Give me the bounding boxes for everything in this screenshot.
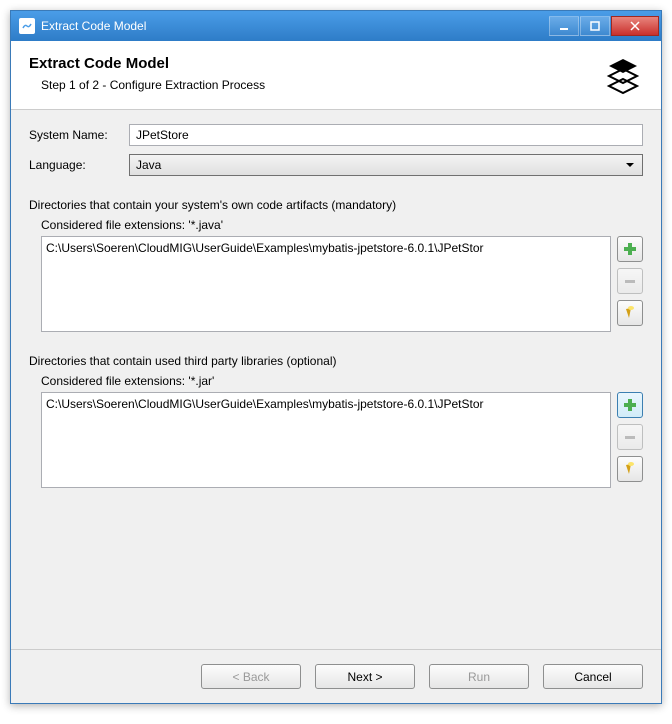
third-party-listbox[interactable]: C:\Users\Soeren\CloudMIG\UserGuide\Examp… (41, 392, 611, 488)
add-button[interactable] (617, 236, 643, 262)
close-button[interactable] (611, 16, 659, 36)
own-code-listbox[interactable]: C:\Users\Soeren\CloudMIG\UserGuide\Examp… (41, 236, 611, 332)
app-icon (19, 18, 35, 34)
system-name-label: System Name: (29, 128, 129, 142)
own-code-ext-label: Considered file extensions: '*.java' (41, 218, 643, 232)
browse-button[interactable] (617, 300, 643, 326)
remove-button (617, 268, 643, 294)
browse-button[interactable] (617, 456, 643, 482)
wizard-content: System Name: Language: Java Directories … (11, 110, 661, 649)
page-subtitle: Step 1 of 2 - Configure Extraction Proce… (29, 78, 265, 92)
third-party-desc: Directories that contain used third part… (29, 354, 643, 368)
dialog-window: Extract Code Model Extract Code Model St… (10, 10, 662, 704)
own-code-buttons (617, 236, 643, 332)
language-select[interactable]: Java (129, 154, 643, 176)
third-party-ext-label: Considered file extensions: '*.jar' (41, 374, 643, 388)
own-code-desc: Directories that contain your system's o… (29, 198, 643, 212)
list-item[interactable]: C:\Users\Soeren\CloudMIG\UserGuide\Examp… (46, 239, 606, 257)
third-party-section: Directories that contain used third part… (29, 354, 643, 488)
remove-button (617, 424, 643, 450)
list-item[interactable]: C:\Users\Soeren\CloudMIG\UserGuide\Examp… (46, 395, 606, 413)
layers-icon (603, 55, 643, 95)
minimize-button[interactable] (549, 16, 579, 36)
third-party-buttons (617, 392, 643, 488)
back-button: < Back (201, 664, 301, 689)
next-button[interactable]: Next > (315, 664, 415, 689)
language-value: Java (136, 158, 161, 172)
add-button[interactable] (617, 392, 643, 418)
titlebar: Extract Code Model (11, 11, 661, 41)
page-title: Extract Code Model (29, 55, 265, 72)
system-name-input[interactable] (129, 124, 643, 146)
titlebar-text: Extract Code Model (41, 19, 549, 33)
maximize-button[interactable] (580, 16, 610, 36)
cancel-button[interactable]: Cancel (543, 664, 643, 689)
run-button: Run (429, 664, 529, 689)
window-controls (549, 16, 659, 36)
wizard-footer: < Back Next > Run Cancel (11, 649, 661, 703)
wizard-header: Extract Code Model Step 1 of 2 - Configu… (11, 41, 661, 110)
own-code-section: Directories that contain your system's o… (29, 198, 643, 332)
language-label: Language: (29, 158, 129, 172)
